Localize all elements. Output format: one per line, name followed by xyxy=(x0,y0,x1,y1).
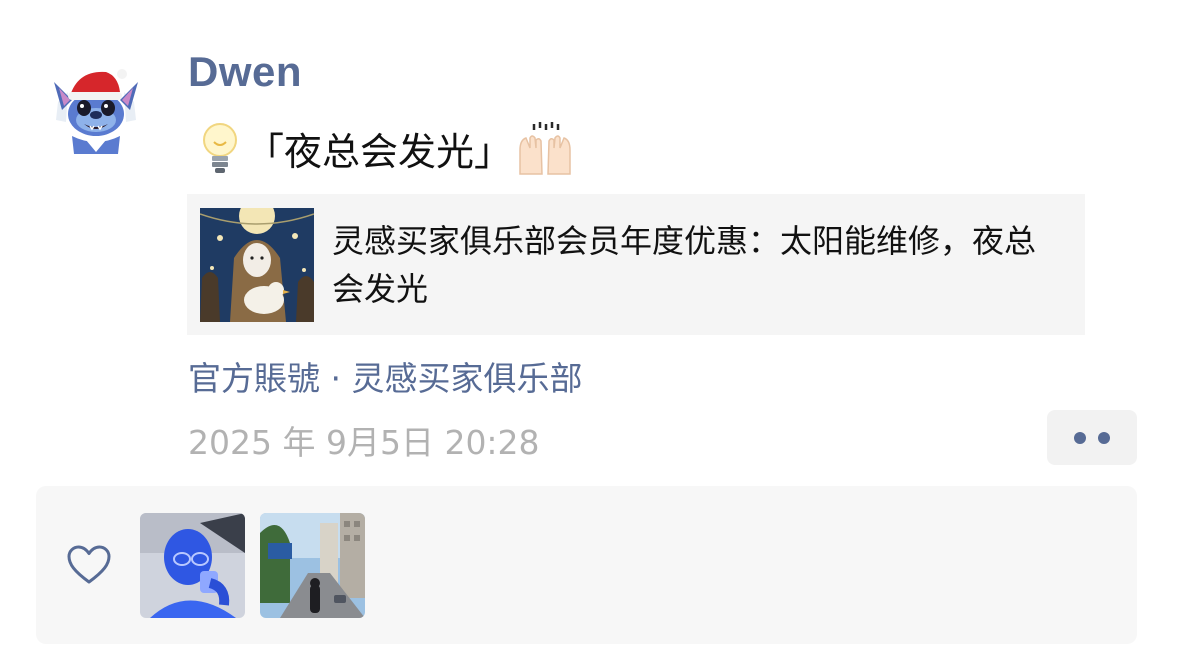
post-timestamp: 2025 年 9月5日 20:28 xyxy=(188,423,540,462)
hooded-figure-thumbnail-icon xyxy=(199,197,315,322)
ellipsis-dot-icon xyxy=(1074,431,1086,444)
link-title: 灵感买家俱乐部会员年度优惠：太阳能维修，夜总会发光 xyxy=(332,221,1037,308)
post-content: 「夜总会发光」 xyxy=(196,116,571,180)
likes-panel xyxy=(36,486,1137,644)
light-bulb-emoji-icon xyxy=(196,118,244,178)
liker-avatar[interactable] xyxy=(260,513,365,618)
raising-hands-emoji-icon xyxy=(514,118,571,178)
user-avatar[interactable] xyxy=(48,62,144,158)
more-options-button[interactable] xyxy=(1047,410,1137,465)
moments-post: Dwen 「夜总会发光」 灵感买家俱乐部会员年度优惠：太阳能维修，夜总会发光 官… xyxy=(0,0,1179,671)
ellipsis-dot-icon xyxy=(1098,431,1110,444)
username[interactable]: Dwen xyxy=(188,48,302,96)
source-account-link[interactable]: 官方賬號 · 灵感买家俱乐部 xyxy=(188,352,582,400)
shared-link-card[interactable]: 灵感买家俱乐部会员年度优惠：太阳能维修，夜总会发光 xyxy=(187,194,1085,335)
post-text: 「夜总会发光」 xyxy=(246,129,513,174)
liker-avatar[interactable] xyxy=(140,513,245,618)
heart-outline-icon xyxy=(66,544,112,586)
